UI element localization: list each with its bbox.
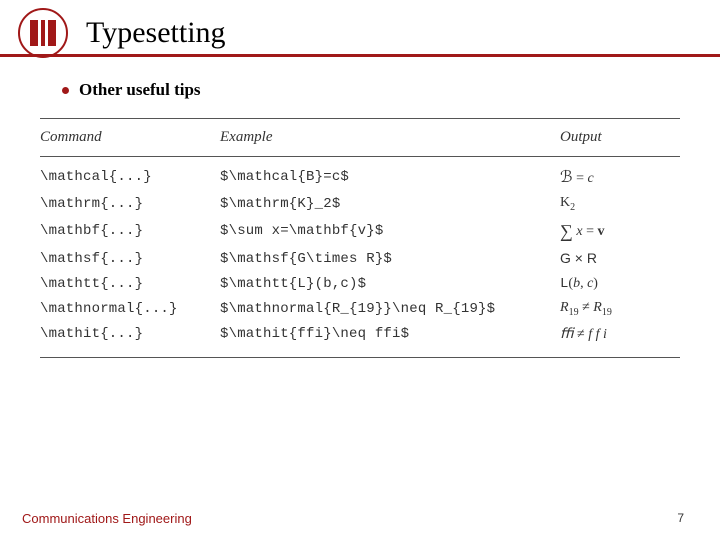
cell-example: $\mathtt{L}(b,c)$	[220, 276, 560, 292]
header-example: Example	[220, 129, 560, 146]
cell-example: $\sum x=\mathbf{v}$	[220, 223, 560, 239]
bullet-icon	[62, 87, 69, 94]
table-row: \mathsf{...}$\mathsf{G\times R}$G × R	[40, 246, 680, 272]
cell-output: K2	[560, 195, 680, 213]
bullet-item: Other useful tips	[62, 80, 720, 100]
cell-command: \mathcal{...}	[40, 169, 220, 185]
cell-example: $\mathnormal{R_{19}}\neq R_{19}$	[220, 301, 560, 317]
table-row: \mathbf{...}$\sum x=\mathbf{v}$∑ x = v	[40, 217, 680, 246]
table-header-row: Command Example Output	[40, 119, 680, 156]
commands-table: Command Example Output \mathcal{...}$\ma…	[40, 118, 680, 358]
header-command: Command	[40, 129, 220, 146]
cell-output: ﬃ ≠ f f i	[560, 326, 680, 343]
cell-command: \mathsf{...}	[40, 251, 220, 267]
slide-title: Typesetting	[86, 16, 226, 50]
slide-header: Typesetting	[0, 0, 720, 58]
cell-command: \mathtt{...}	[40, 276, 220, 292]
cell-command: \mathbf{...}	[40, 223, 220, 239]
table-row: \mathrm{...}$\mathrm{K}_2$K2	[40, 191, 680, 217]
cell-output: ℬ = c	[560, 167, 680, 187]
cell-example: $\mathsf{G\times R}$	[220, 251, 560, 267]
header-output: Output	[560, 129, 680, 146]
cell-example: $\mathrm{K}_2$	[220, 196, 560, 212]
cell-output: G × R	[560, 250, 680, 268]
university-logo	[18, 8, 68, 58]
cell-example: $\mathcal{B}=c$	[220, 169, 560, 185]
slide-footer: Communications Engineering 7	[0, 511, 720, 526]
cell-output: R19 ≠ R19	[560, 300, 680, 318]
cell-output: L(b, c)	[560, 276, 680, 292]
bullet-text: Other useful tips	[79, 80, 201, 100]
cell-output: ∑ x = v	[560, 221, 680, 242]
cell-command: \mathrm{...}	[40, 196, 220, 212]
table-row: \mathtt{...}$\mathtt{L}(b,c)$L(b, c)	[40, 272, 680, 296]
table-bottom-rule	[40, 357, 680, 358]
cell-command: \mathit{...}	[40, 326, 220, 342]
cell-command: \mathnormal{...}	[40, 301, 220, 317]
footer-department: Communications Engineering	[22, 511, 192, 526]
table-row: \mathnormal{...}$\mathnormal{R_{19}}\neq…	[40, 296, 680, 322]
table-row: \mathit{...}$\mathit{ffi}\neq ffi$ﬃ ≠ f …	[40, 322, 680, 347]
table-body: \mathcal{...}$\mathcal{B}=c$ℬ = c\mathrm…	[40, 157, 680, 357]
title-underline	[0, 54, 720, 57]
page-number: 7	[677, 511, 684, 526]
table-row: \mathcal{...}$\mathcal{B}=c$ℬ = c	[40, 163, 680, 191]
cell-example: $\mathit{ffi}\neq ffi$	[220, 326, 560, 342]
